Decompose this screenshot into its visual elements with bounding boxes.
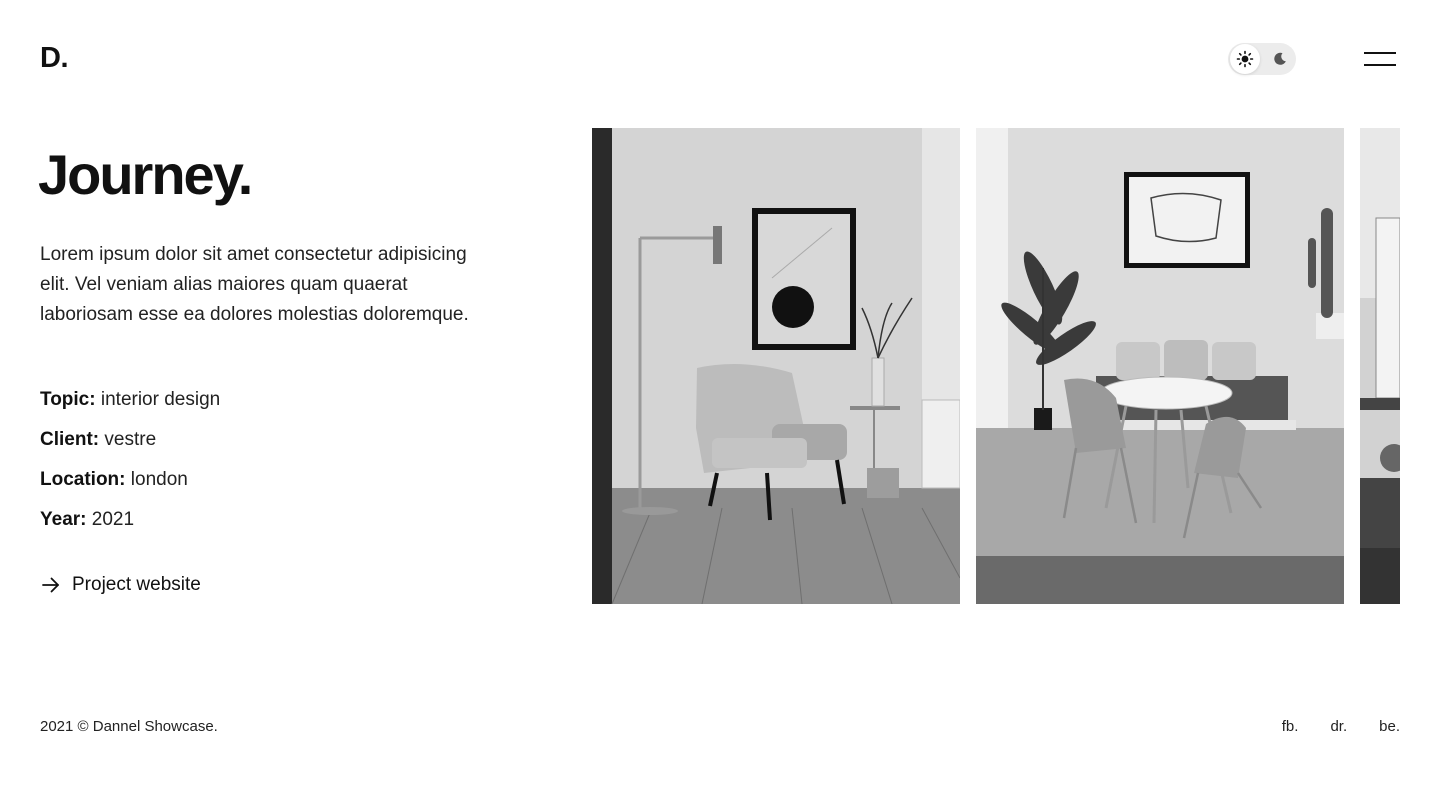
social-links: fb. dr. be.	[1282, 718, 1400, 735]
sun-icon	[1230, 44, 1260, 74]
menu-button[interactable]	[1364, 50, 1396, 70]
hamburger-icon	[1364, 52, 1396, 54]
meta-label: Client:	[40, 429, 100, 450]
meta-value: interior design	[100, 389, 221, 410]
meta-topic: Topic: interior design	[40, 380, 220, 420]
meta-label: Year:	[40, 509, 87, 530]
copyright: 2021 © Dannel Showcase.	[40, 718, 218, 735]
social-link-fb[interactable]: fb.	[1282, 718, 1299, 735]
meta-value: vestre	[104, 429, 157, 450]
social-link-be[interactable]: be.	[1379, 718, 1400, 735]
social-link-dr[interactable]: dr.	[1330, 718, 1347, 735]
moon-icon	[1274, 52, 1286, 65]
armchair-room-photo[interactable]	[592, 128, 960, 604]
image-gallery[interactable]	[592, 128, 1400, 604]
meta-location: Location: london	[40, 460, 220, 500]
theme-toggle[interactable]	[1228, 43, 1296, 75]
project-meta: Topic: interior design Client: vestre Lo…	[40, 380, 220, 540]
meta-value: london	[130, 469, 188, 490]
page-title: Journey.	[38, 143, 253, 206]
page: D. Journey. Lorem ipsum dolor sit amet c…	[0, 0, 1440, 789]
meta-label: Topic:	[40, 389, 96, 410]
logo[interactable]: D.	[40, 42, 69, 75]
meta-client: Client: vestre	[40, 420, 220, 460]
hamburger-icon-line	[1364, 64, 1396, 66]
project-website-label: Project website	[72, 574, 201, 595]
meta-label: Location:	[40, 469, 126, 490]
dining-room-photo[interactable]	[976, 128, 1344, 604]
arrow-right-icon	[42, 577, 59, 593]
meta-value: 2021	[91, 509, 135, 530]
office-room-photo[interactable]	[1360, 128, 1400, 604]
project-description: Lorem ipsum dolor sit amet consectetur a…	[40, 244, 469, 325]
project-website-link[interactable]: Project website	[40, 574, 201, 596]
meta-year: Year: 2021	[40, 500, 220, 540]
